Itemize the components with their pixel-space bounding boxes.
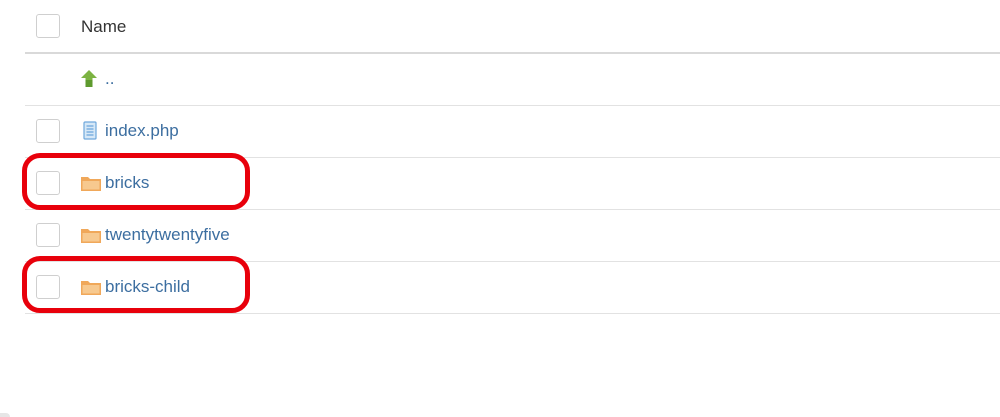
scroll-corner	[0, 413, 10, 417]
row-checkbox[interactable]	[36, 223, 60, 247]
folder-link-twentytwentyfive[interactable]: twentytwentyfive	[105, 225, 230, 245]
table-row-bricks: bricks	[25, 158, 1000, 210]
folder-link-bricks-child[interactable]: bricks-child	[105, 277, 190, 297]
row-checkbox[interactable]	[36, 275, 60, 299]
folder-icon	[80, 277, 102, 297]
table-row-bricks-child: bricks-child	[25, 262, 1000, 314]
file-link-index-php[interactable]: index.php	[105, 121, 179, 141]
row-checkbox[interactable]	[36, 119, 60, 143]
folder-icon	[80, 225, 102, 245]
file-list-table: Name .. index.php bricks twentytwentyfiv…	[25, 0, 1000, 314]
folder-icon	[80, 173, 102, 193]
table-row-parent: ..	[25, 54, 1000, 106]
select-all-checkbox[interactable]	[36, 14, 60, 38]
table-row-index-php: index.php	[25, 106, 1000, 158]
table-row-twentytwentyfive: twentytwentyfive	[25, 210, 1000, 262]
parent-directory-link[interactable]: ..	[105, 69, 114, 89]
row-checkbox[interactable]	[36, 171, 60, 195]
php-file-icon	[80, 121, 102, 141]
name-column-header[interactable]: Name	[81, 17, 126, 37]
folder-link-bricks[interactable]: bricks	[105, 173, 149, 193]
up-arrow-icon	[80, 69, 102, 89]
table-header: Name	[25, 0, 1000, 54]
